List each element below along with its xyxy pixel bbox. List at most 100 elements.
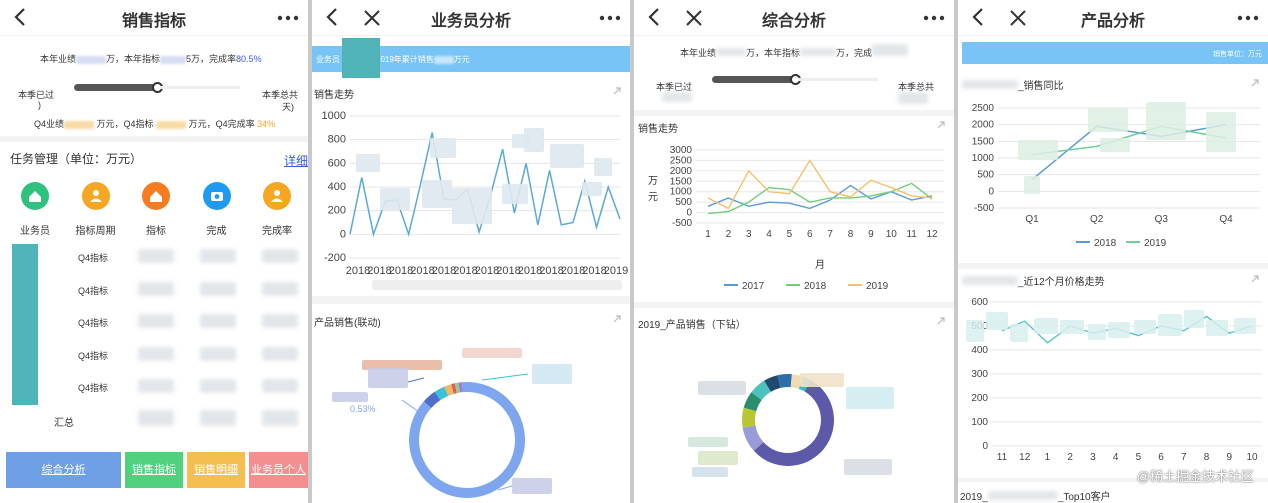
redacted-label xyxy=(462,348,522,358)
y-tick-label: 800 xyxy=(328,134,346,146)
expand-icon[interactable] xyxy=(612,314,622,324)
product-sales-title: 产品销售(联动) xyxy=(314,318,381,329)
product-sales-drilldown-donut[interactable] xyxy=(634,333,954,503)
legend-label: 2017 xyxy=(742,281,765,292)
expand-icon[interactable] xyxy=(936,316,946,326)
camera-icon xyxy=(210,192,223,201)
tab-button[interactable]: 销售指标 xyxy=(125,452,183,488)
back-arrow-icon[interactable] xyxy=(644,6,666,28)
top10-customers-title: 2019_ _Top10客户 xyxy=(960,488,1111,503)
year-text-b: 万，本年指标 xyxy=(746,48,801,58)
task-icon-button[interactable] xyxy=(21,182,49,210)
navbar: 产品分析 xyxy=(958,0,1268,36)
close-icon[interactable] xyxy=(684,8,704,28)
chart-scrollbar[interactable] xyxy=(372,280,622,290)
sales-compare-title: _销售同比 xyxy=(962,77,1064,92)
y-tick-label: 1500 xyxy=(972,136,995,147)
q4-complete-rate: 34% xyxy=(257,119,276,129)
avatar-redacted xyxy=(342,38,380,78)
person-icon xyxy=(271,190,283,202)
top10-title-suffix: _Top10客户 xyxy=(1057,492,1111,503)
redacted-data-label xyxy=(1206,320,1228,336)
top10-title-prefix: 2019_ xyxy=(960,492,988,503)
season-progress-bar xyxy=(712,76,798,83)
tab-button[interactable]: 销售明细 xyxy=(187,452,245,488)
page-title: 综合分析 xyxy=(761,13,826,30)
table-cell-redacted xyxy=(262,379,298,393)
table-cell-redacted xyxy=(138,346,174,361)
x-axis-label: 月 xyxy=(815,259,825,271)
product-analysis-screen: 产品分析 销售单位：万元 _销售同比 -500 0 500 1000 1500 2000 2… xyxy=(958,0,1268,503)
back-arrow-icon[interactable] xyxy=(322,6,344,28)
redacted-data-label xyxy=(422,180,452,208)
year-text-c: 5万，完成率 xyxy=(186,54,237,64)
task-icon-label: 业务员 xyxy=(20,226,50,237)
expand-icon[interactable] xyxy=(1250,274,1260,284)
x-tick-label: 5 xyxy=(1136,452,1142,463)
y-tick-label: 0 xyxy=(340,228,346,240)
x-tick-label: 2 xyxy=(1067,452,1073,463)
more-icon[interactable] xyxy=(276,14,300,22)
x-tick-label: 9 xyxy=(868,229,874,240)
more-icon[interactable] xyxy=(1236,14,1260,22)
x-tick-label: 4 xyxy=(766,229,772,240)
salesperson-analysis-screen: 业务员分析 业务员 2019年累计销售 万元 销售走势 -200 0 200 400 600… xyxy=(312,0,630,503)
task-icon-button[interactable] xyxy=(202,182,231,210)
donut-percent-label: 0.53% xyxy=(350,404,376,414)
tab-button[interactable]: 业务员个人 xyxy=(249,452,308,488)
redacted-label xyxy=(698,381,746,395)
unit-label: 销售单位：万元 xyxy=(1213,51,1262,58)
table-cell-redacted xyxy=(200,314,236,328)
year-complete-rate: 80.5% xyxy=(236,54,262,64)
expand-icon[interactable] xyxy=(936,120,946,130)
year-summary: 本年业绩 万，本年指标 5万，完成率80.5% xyxy=(40,52,308,65)
redacted-data-label xyxy=(1234,318,1256,334)
y-tick-label: 500 xyxy=(977,170,994,181)
trend-title: 销售走势 xyxy=(638,124,678,135)
x-tick-label: 6 xyxy=(807,229,813,240)
x-tick-label: 6 xyxy=(1158,452,1164,463)
redacted-label xyxy=(692,467,728,477)
home-icon xyxy=(150,191,162,202)
close-icon[interactable] xyxy=(1008,8,1028,28)
legend-label: 2018 xyxy=(1094,238,1117,249)
legend-label: 2019 xyxy=(866,281,889,292)
navbar: 业务员分析 xyxy=(312,0,630,36)
x-tick-label: Q2 xyxy=(1090,214,1104,225)
product-sales-donut[interactable] xyxy=(312,330,630,503)
task-icon-button[interactable] xyxy=(81,182,110,210)
redacted-data-label xyxy=(1024,176,1040,194)
table-cell-redacted xyxy=(138,379,174,393)
redacted-data-label xyxy=(1088,324,1106,340)
detail-link[interactable]: 详细 xyxy=(284,152,308,169)
redacted-label xyxy=(332,392,368,402)
redacted-label xyxy=(846,387,894,409)
redacted-label xyxy=(688,437,728,447)
total-label: 汇总 xyxy=(54,418,74,429)
y-tick-label: 600 xyxy=(328,157,346,169)
sales-target-screen: 销售指标 本年业绩 万，本年指标 5万，完成率80.5% 本季已过 ) 本季总共 天… xyxy=(0,0,308,503)
x-tick-label: 3 xyxy=(746,229,752,240)
season-progress-bar xyxy=(74,84,160,91)
close-icon[interactable] xyxy=(362,8,382,28)
more-icon[interactable] xyxy=(598,14,622,22)
table-row-label: Q4指标 xyxy=(78,253,109,263)
salesperson-column-redacted xyxy=(12,244,38,405)
x-tick-label: 10 xyxy=(886,229,898,240)
tab-button[interactable]: 综合分析 xyxy=(6,452,121,488)
expand-icon[interactable] xyxy=(1250,78,1260,88)
y-tick-label: -500 xyxy=(974,203,994,214)
redacted-data-label xyxy=(1100,138,1130,152)
donut-slice xyxy=(742,407,757,428)
back-arrow-icon[interactable] xyxy=(968,6,990,28)
task-icon-button[interactable] xyxy=(142,182,170,210)
more-icon[interactable] xyxy=(922,14,946,22)
redacted-label xyxy=(844,459,892,475)
expand-icon[interactable] xyxy=(612,86,622,96)
redacted-label xyxy=(800,373,844,387)
x-tick-label: 11 xyxy=(906,229,917,240)
x-tick-label: 8 xyxy=(848,229,854,240)
navbar: 销售指标 xyxy=(0,0,308,36)
task-icon-button[interactable] xyxy=(263,182,291,210)
back-arrow-icon[interactable] xyxy=(10,6,32,28)
